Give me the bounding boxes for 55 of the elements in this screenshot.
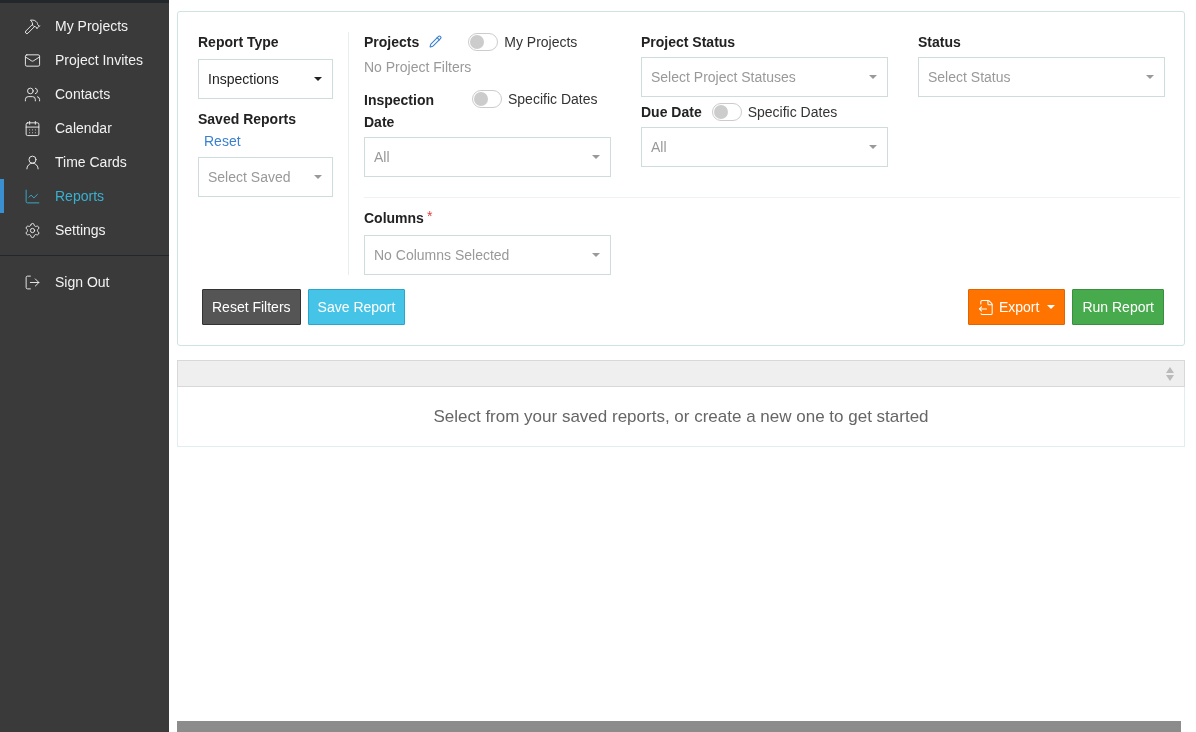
toggle-label: Specific Dates xyxy=(508,90,598,109)
calendar-icon xyxy=(24,119,41,137)
reset-filters-button[interactable]: Reset Filters xyxy=(202,289,301,325)
field-label: Status xyxy=(918,33,962,52)
caret-icon xyxy=(592,253,600,257)
sidebar-item[interactable]: Reports xyxy=(0,179,169,213)
people-icon xyxy=(24,85,41,103)
dropdown-field[interactable]: All xyxy=(641,127,888,167)
file-export-icon xyxy=(977,298,995,316)
dropdown-field[interactable]: No Columns Selected xyxy=(364,235,611,275)
envelope-icon xyxy=(24,51,41,69)
field-label: Columns xyxy=(364,209,424,228)
caret-icon xyxy=(314,77,322,81)
sidebar-item[interactable]: Project Invites xyxy=(0,43,169,77)
sidebar-item[interactable]: Contacts xyxy=(0,77,169,111)
caret-icon xyxy=(314,175,322,179)
field-label: Inspection Date xyxy=(364,91,435,132)
sign-out-icon xyxy=(24,273,41,291)
reset-link[interactable]: Reset xyxy=(204,133,333,149)
caret-icon xyxy=(1146,75,1154,79)
caret-icon xyxy=(869,75,877,79)
sidebar-item[interactable]: Settings xyxy=(0,213,169,247)
dropdown-field[interactable]: Select Saved xyxy=(198,157,333,197)
field-label: Saved Reports xyxy=(198,110,298,129)
sidebar-item[interactable]: Time Cards xyxy=(0,145,169,179)
toggle-label: Specific Dates xyxy=(747,103,838,122)
person-icon xyxy=(24,153,41,171)
horizontal-scrollbar[interactable] xyxy=(177,721,1181,732)
line-chart-icon xyxy=(24,187,41,205)
toggle-switch[interactable] xyxy=(472,90,502,108)
caret-icon xyxy=(869,145,877,149)
toggle-switch[interactable] xyxy=(711,103,742,121)
empty-filter-text: No Project Filters xyxy=(364,59,473,75)
field-label: Projects xyxy=(364,33,420,52)
dropdown-field[interactable]: Select Project Statuses xyxy=(641,57,888,97)
sign-out-item[interactable]: Sign Out xyxy=(0,265,169,299)
toggle-switch[interactable] xyxy=(468,33,499,51)
dropdown-field[interactable]: Select Status xyxy=(918,57,1165,97)
dropdown-field[interactable]: Inspections xyxy=(198,59,333,99)
hammer-icon xyxy=(24,17,41,35)
field-label: Project Status xyxy=(641,33,737,52)
pencil-icon[interactable] xyxy=(429,35,443,48)
toggle-label: My Projects xyxy=(504,33,578,52)
sort-icon[interactable] xyxy=(1166,366,1174,381)
caret-icon xyxy=(592,155,600,159)
dropdown-field[interactable]: All xyxy=(364,137,611,177)
sidebar-item[interactable]: Calendar xyxy=(0,111,169,145)
empty-state-message: Select from your saved reports, or create a new one to get started xyxy=(433,406,929,427)
run-report-button[interactable]: Run Report xyxy=(1072,289,1164,325)
sidebar-item[interactable]: My Projects xyxy=(0,9,169,43)
field-label: Due Date xyxy=(641,103,702,122)
settings-icon xyxy=(24,221,41,239)
export-button[interactable]: Export xyxy=(967,289,1066,325)
required-asterisk: * xyxy=(426,208,433,224)
field-label: Report Type xyxy=(198,33,280,52)
